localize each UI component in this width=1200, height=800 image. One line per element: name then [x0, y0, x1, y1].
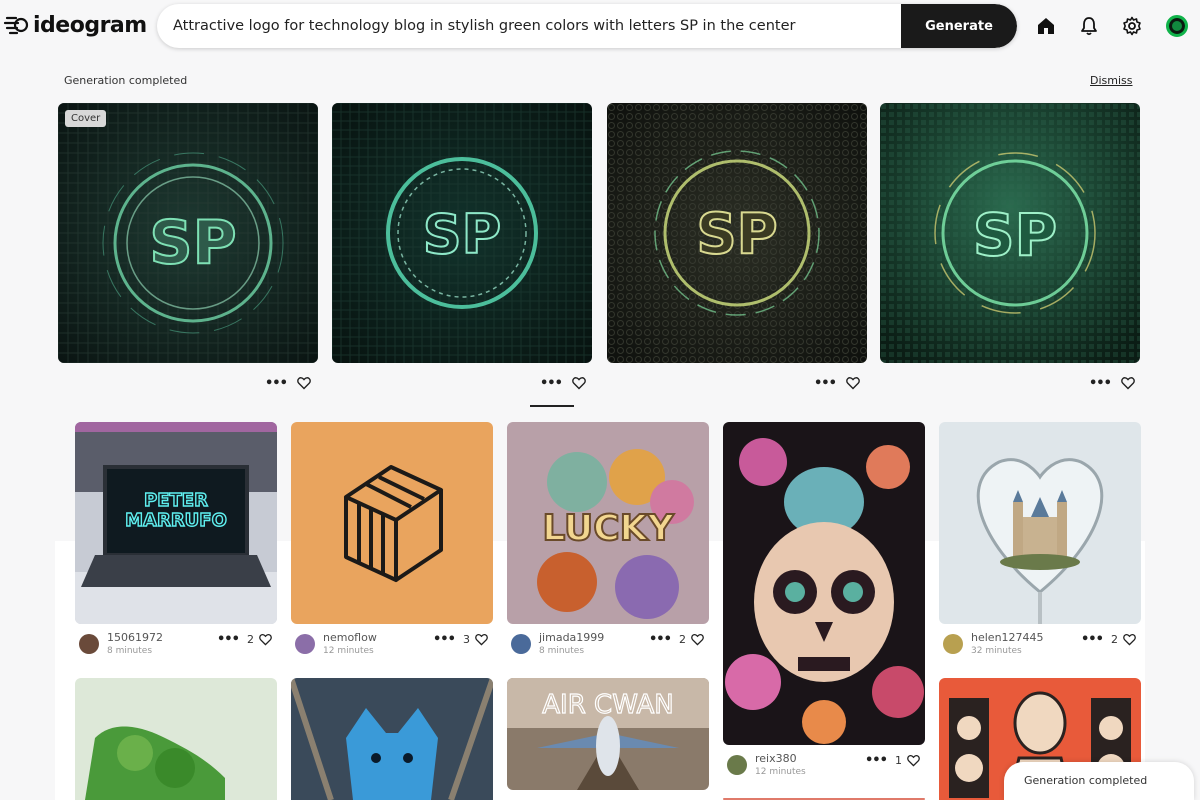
feed-card[interactable]: AIR CWAN — [507, 678, 709, 790]
feed-image[interactable]: PETER MARRUFO — [75, 422, 277, 624]
svg-text:PETER: PETER — [144, 490, 208, 511]
avatar[interactable] — [295, 634, 315, 654]
username[interactable]: helen127445 — [971, 631, 1044, 644]
feed-card[interactable]: reix380 12 minutes ••• 1 — [723, 422, 925, 787]
feed-card[interactable]: PETER MARRUFO 15061972 8 minutes ••• 2 — [75, 422, 277, 666]
prompt-bar: Generate — [157, 4, 1017, 48]
heart-icon[interactable] — [1123, 633, 1136, 646]
heart-icon[interactable] — [259, 633, 272, 646]
feed-image[interactable] — [723, 422, 925, 745]
generation-toast[interactable]: Generation completed — [1004, 762, 1194, 800]
heart-icon[interactable] — [475, 633, 488, 646]
feed-image[interactable] — [291, 422, 493, 624]
avatar[interactable] — [727, 755, 747, 775]
status-dot[interactable] — [1166, 15, 1188, 37]
feed-card[interactable]: LUCKY jimada1999 8 minutes ••• 2 — [507, 422, 709, 666]
timestamp: 12 minutes — [755, 767, 806, 777]
svg-text:SP: SP — [696, 202, 777, 267]
feed-card[interactable]: helen127445 32 minutes ••• 2 — [939, 422, 1141, 666]
ideogram-logo-icon — [3, 16, 29, 35]
username[interactable]: 15061972 — [107, 631, 163, 644]
heart-icon[interactable] — [691, 633, 704, 646]
avatar[interactable] — [79, 634, 99, 654]
like-count: 3 — [463, 633, 470, 646]
generated-image-1[interactable]: SP Cover — [58, 103, 318, 363]
avatar[interactable] — [511, 634, 531, 654]
prompt-input[interactable] — [157, 4, 901, 48]
top-bar: ideogram Generate — [0, 0, 1200, 52]
sp-logo-image: SP — [880, 103, 1140, 363]
feed-image-text: AIR CWAN — [542, 690, 673, 720]
more-options-icon[interactable]: ••• — [1089, 376, 1112, 391]
feed-image[interactable] — [75, 678, 277, 800]
timestamp: 8 minutes — [539, 646, 585, 656]
image-actions: ••• — [540, 374, 586, 392]
feed-card[interactable]: nemoflow 12 minutes ••• 3 — [291, 422, 493, 666]
heart-icon[interactable] — [297, 376, 311, 390]
svg-text:SP: SP — [423, 203, 501, 266]
feed-image[interactable] — [291, 678, 493, 800]
sp-logo-image: SP — [607, 103, 867, 363]
feed-card[interactable] — [291, 678, 493, 800]
card-meta: helen127445 32 minutes ••• 2 — [939, 630, 1141, 666]
heart-icon[interactable] — [907, 754, 920, 767]
more-options-icon[interactable]: ••• — [865, 753, 888, 768]
image-actions: ••• — [265, 374, 311, 392]
more-options-icon[interactable]: ••• — [217, 632, 240, 647]
username[interactable]: jimada1999 — [539, 631, 604, 644]
generated-image-2[interactable]: SP — [332, 103, 592, 363]
more-options-icon[interactable]: ••• — [1081, 632, 1104, 647]
feed-image[interactable] — [939, 422, 1141, 624]
heart-icon[interactable] — [846, 376, 860, 390]
heart-icon[interactable] — [572, 376, 586, 390]
svg-text:SP: SP — [149, 208, 236, 278]
sp-logo-image: SP — [58, 103, 318, 363]
page-indicator — [530, 405, 574, 407]
home-icon[interactable] — [1034, 14, 1058, 38]
like-count: 2 — [1111, 633, 1118, 646]
more-options-icon[interactable]: ••• — [265, 376, 288, 391]
image-actions: ••• — [1089, 374, 1135, 392]
timestamp: 8 minutes — [107, 646, 153, 656]
more-options-icon[interactable]: ••• — [433, 632, 456, 647]
sp-logo-image: SP — [332, 103, 592, 363]
dismiss-link[interactable]: Dismiss — [1090, 74, 1133, 87]
image-actions: ••• — [814, 374, 860, 392]
svg-text:MARRUFO: MARRUFO — [125, 510, 227, 531]
generated-image-3[interactable]: SP — [607, 103, 867, 363]
generate-button[interactable]: Generate — [901, 4, 1017, 48]
card-meta: reix380 12 minutes ••• 1 — [723, 751, 925, 787]
generation-status: Generation completed — [64, 74, 188, 87]
svg-text:LUCKY: LUCKY — [542, 508, 674, 549]
feed-image[interactable]: LUCKY — [507, 422, 709, 624]
generated-image-4[interactable]: SP — [880, 103, 1140, 363]
username[interactable]: nemoflow — [323, 631, 377, 644]
like-count: 2 — [247, 633, 254, 646]
svg-text:SP: SP — [973, 201, 1057, 269]
heart-icon[interactable] — [1121, 376, 1135, 390]
like-count: 1 — [895, 754, 902, 767]
more-options-icon[interactable]: ••• — [540, 376, 563, 391]
bell-icon[interactable] — [1077, 14, 1101, 38]
username[interactable]: reix380 — [755, 752, 797, 765]
avatar[interactable] — [943, 634, 963, 654]
card-meta: 15061972 8 minutes ••• 2 — [75, 630, 277, 666]
card-meta: nemoflow 12 minutes ••• 3 — [291, 630, 493, 666]
more-options-icon[interactable]: ••• — [649, 632, 672, 647]
card-meta: jimada1999 8 minutes ••• 2 — [507, 630, 709, 666]
feed-image[interactable]: AIR CWAN — [507, 678, 709, 790]
timestamp: 32 minutes — [971, 646, 1022, 656]
like-count: 2 — [679, 633, 686, 646]
more-options-icon[interactable]: ••• — [814, 376, 837, 391]
timestamp: 12 minutes — [323, 646, 374, 656]
logo[interactable]: ideogram — [3, 12, 147, 38]
app-name: ideogram — [33, 12, 147, 38]
gear-icon[interactable] — [1120, 14, 1144, 38]
cover-badge: Cover — [65, 110, 107, 127]
feed-card[interactable] — [75, 678, 277, 800]
